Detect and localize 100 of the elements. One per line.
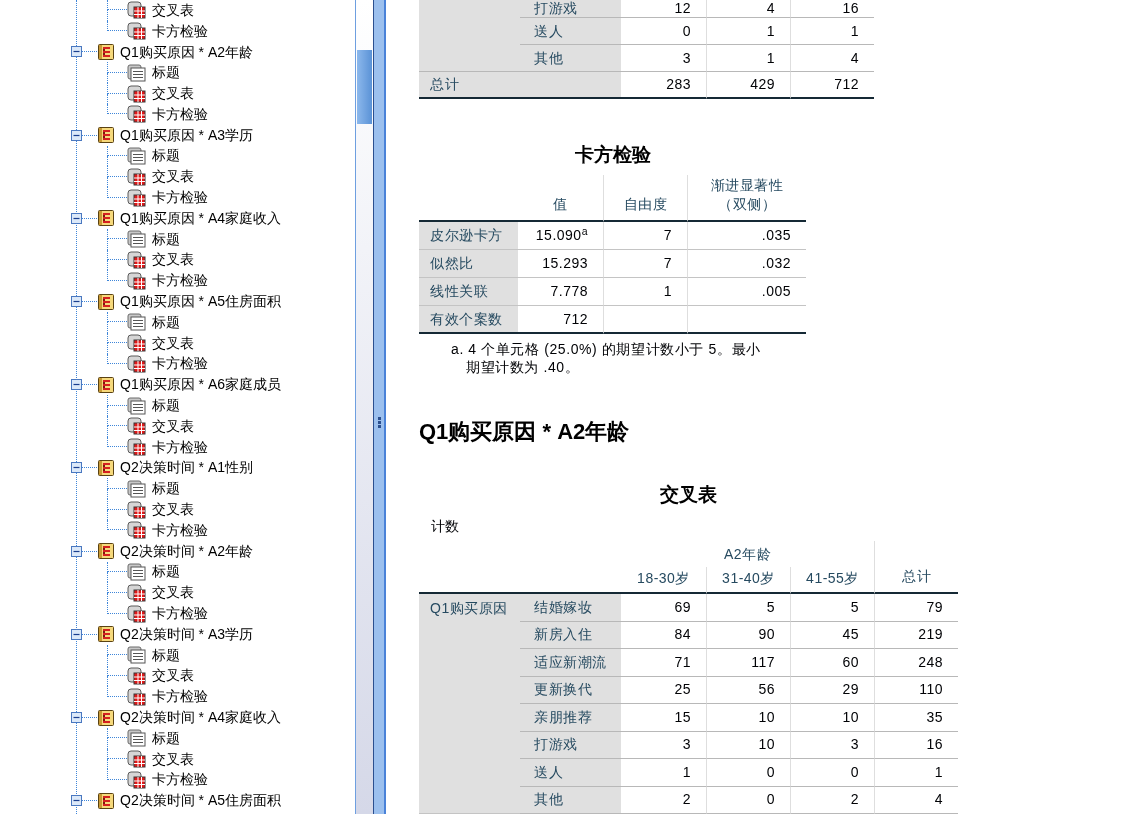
tree-node[interactable]: Q1购买原因 * A5住房面积	[97, 291, 282, 313]
collapse-icon[interactable]	[71, 129, 82, 141]
tree-node[interactable]: Q1购买原因 * A2年龄	[97, 41, 254, 63]
tree-item[interactable]: 交叉表	[127, 499, 194, 520]
table-cell: 7	[603, 222, 687, 250]
table-title: 卡方检验	[573, 145, 652, 165]
tree-item[interactable]: 交叉表	[127, 665, 194, 687]
collapse-icon[interactable]	[71, 296, 82, 308]
table-cell: 16	[874, 731, 958, 759]
table-cell: 3	[790, 731, 874, 759]
collapse-icon[interactable]	[71, 545, 82, 557]
tree-item[interactable]: 交叉表	[127, 415, 194, 437]
grip-icon	[377, 416, 381, 428]
tree-item[interactable]: 标题	[127, 62, 180, 84]
tree-item[interactable]: 卡方检验	[127, 104, 208, 125]
row-header-cell: 似然比	[419, 250, 518, 278]
tree-item[interactable]: 卡方检验	[127, 187, 208, 208]
tree-item[interactable]: 卡方检验	[127, 353, 208, 375]
tree-node[interactable]: Q2决策时间 * A5住房面积	[97, 790, 282, 812]
column-header-cell: 18-30岁	[621, 567, 706, 594]
row-header-cell: 其他	[520, 786, 621, 814]
row-header-cell: 皮尔逊卡方	[419, 222, 518, 250]
tree-item[interactable]: 交叉表	[127, 582, 194, 604]
tree-item[interactable]: 标题	[127, 395, 180, 416]
book-icon	[97, 375, 115, 394]
tree-item[interactable]: 标题	[127, 145, 180, 167]
table-cell: 15.293	[518, 250, 603, 278]
table-cell: 0	[790, 759, 874, 787]
table-icon	[127, 583, 146, 602]
page-icon	[127, 396, 146, 415]
tree-item[interactable]: 交叉表	[127, 83, 194, 104]
table-cell: 110	[874, 676, 958, 704]
table-cell: .005	[687, 278, 806, 306]
statistic-label: 计数	[430, 517, 460, 535]
scrollbar[interactable]	[355, 0, 373, 814]
table-icon	[127, 105, 146, 124]
tree-item[interactable]: 卡方检验	[127, 270, 208, 292]
table-cell: 5	[706, 594, 790, 622]
column-header-cell: 值	[518, 175, 603, 222]
tree-node[interactable]: Q2决策时间 * A1性别	[97, 457, 254, 479]
splitter[interactable]	[373, 0, 386, 814]
table-cell: 45	[790, 621, 874, 649]
tree-item[interactable]: 标题	[127, 228, 180, 250]
tree-item[interactable]: 标题	[127, 727, 180, 749]
table-cell: 5	[790, 594, 874, 622]
tree-item[interactable]: 标题	[127, 311, 180, 333]
row-header-cell: 送人	[520, 18, 621, 45]
table-cell: 429	[706, 72, 790, 99]
tree-item[interactable]: 卡方检验	[127, 20, 208, 42]
tree-item[interactable]: 交叉表	[127, 249, 194, 271]
tree-item[interactable]: 卡方检验	[127, 769, 208, 791]
page-icon	[127, 562, 146, 581]
tree-item[interactable]: 卡方检验	[127, 603, 208, 624]
tree-item[interactable]: 卡方检验	[127, 436, 208, 458]
collapse-icon[interactable]	[71, 379, 82, 391]
table-cell: 2	[790, 786, 874, 814]
book-icon	[97, 625, 115, 644]
row-header-cell: 亲朋推荐	[520, 704, 621, 732]
row-header-cell: 打游戏	[520, 731, 621, 759]
collapse-icon[interactable]	[71, 462, 82, 474]
row-header-cell: 结婚嫁妆	[520, 594, 621, 622]
tree-node[interactable]: Q2决策时间 * A4家庭收入	[97, 707, 282, 728]
tree-item[interactable]: 交叉表	[127, 748, 194, 770]
collapse-icon[interactable]	[71, 712, 82, 723]
page-icon	[127, 479, 146, 498]
tree-node[interactable]: Q1购买原因 * A4家庭收入	[97, 207, 282, 229]
column-header-cell: 渐进显著性（双侧）	[687, 175, 806, 222]
scrollbar-thumb[interactable]	[357, 50, 372, 124]
tree-item[interactable]: 卡方检验	[127, 686, 208, 708]
table-cell: 16	[790, 0, 874, 18]
table-cell: 283	[621, 72, 706, 99]
tree-item[interactable]: 交叉表	[127, 332, 194, 354]
table-icon	[127, 500, 146, 519]
table-icon	[127, 750, 146, 769]
column-header-cell-text: A2年龄	[722, 544, 773, 564]
book-icon	[97, 708, 115, 727]
tree-item[interactable]: 标题	[127, 644, 180, 666]
collapse-icon[interactable]	[71, 46, 82, 58]
table-cell: 2	[621, 786, 706, 814]
tree-item[interactable]: 标题	[127, 561, 180, 583]
page-icon	[127, 63, 146, 82]
table-icon	[127, 84, 146, 103]
book-icon	[97, 542, 115, 561]
table-cell: 0	[706, 786, 790, 814]
table-icon	[127, 666, 146, 685]
tree-item[interactable]: 卡方检验	[127, 519, 208, 541]
tree-node[interactable]: Q2决策时间 * A3学历	[97, 623, 254, 645]
tree-item[interactable]: 交叉表	[127, 0, 194, 21]
collapse-icon[interactable]	[71, 212, 82, 224]
tree-node[interactable]: Q2决策时间 * A2年龄	[97, 540, 254, 562]
table-icon	[127, 770, 146, 789]
tree-item[interactable]: 交叉表	[127, 166, 194, 188]
table-cell: 1	[790, 18, 874, 45]
row-header-cell: 更新换代	[520, 676, 621, 704]
collapse-icon[interactable]	[71, 628, 82, 640]
tree-node[interactable]: Q1购买原因 * A3学历	[97, 124, 254, 146]
table-icon	[127, 604, 146, 623]
tree-node[interactable]: Q1购买原因 * A6家庭成员	[97, 374, 282, 396]
collapse-icon[interactable]	[71, 795, 82, 807]
tree-item[interactable]: 标题	[127, 478, 180, 500]
